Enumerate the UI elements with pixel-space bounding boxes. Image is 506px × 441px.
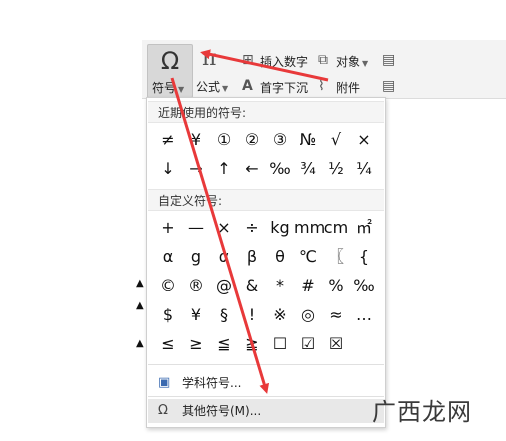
annotation-arrows xyxy=(170,49,329,394)
watermark-text: 广西龙网 xyxy=(372,398,472,426)
arrow-to-symbol xyxy=(200,49,329,82)
arrow-to-other-symbols xyxy=(170,77,270,394)
